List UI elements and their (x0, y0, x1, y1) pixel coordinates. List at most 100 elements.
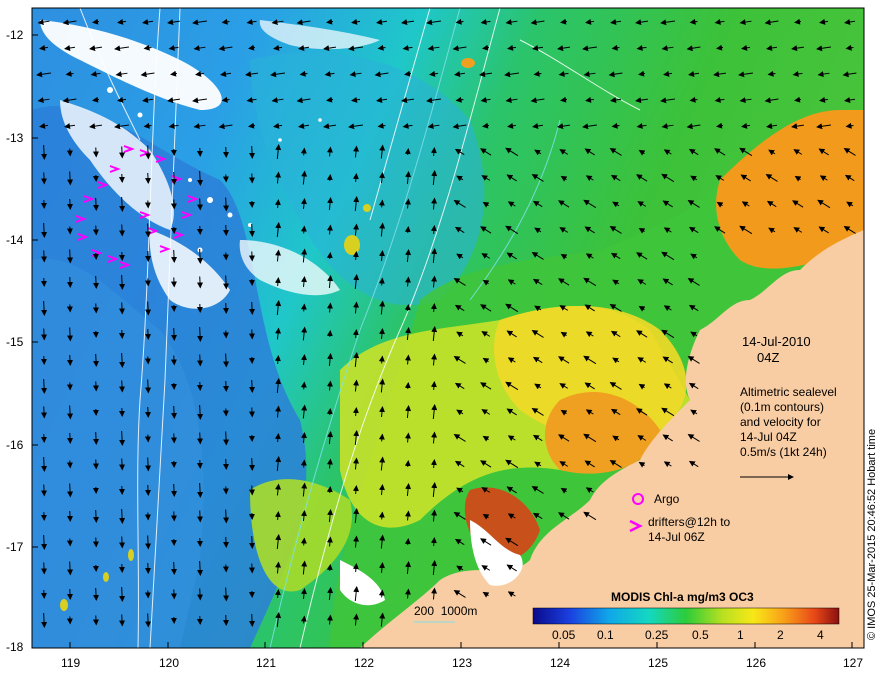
colorbar-tick: 2 (777, 628, 784, 642)
velocity-arrow (300, 147, 307, 156)
velocity-arrow (93, 353, 100, 367)
date-label: 14-Jul-2010 (742, 334, 811, 349)
velocity-arrow (41, 562, 48, 575)
velocity-arrow (145, 301, 152, 316)
velocity-arrow (67, 249, 74, 264)
velocity-arrow (326, 486, 333, 494)
lat-label: -16 (6, 438, 24, 452)
velocity-arrow (197, 354, 204, 367)
velocity-arrow (171, 171, 178, 185)
lon-label: 122 (354, 656, 375, 670)
velocity-arrow (41, 144, 48, 160)
isobath-label: 200 1000m (414, 604, 478, 618)
velocity-arrow (41, 534, 48, 550)
velocity-arrow (404, 226, 411, 234)
velocity-arrow (249, 379, 256, 393)
velocity-arrow (378, 355, 385, 364)
colorbar-tick: 0.1 (597, 628, 614, 642)
velocity-arrow (119, 430, 126, 446)
altimetry-line: Altimetric sealevel (740, 385, 837, 399)
lon-label: 120 (159, 656, 180, 670)
velocity-arrow (171, 249, 178, 263)
velocity-arrow (67, 561, 74, 576)
velocity-arrow (41, 172, 48, 185)
lon-label: 125 (648, 656, 669, 670)
velocity-arrow (93, 197, 100, 211)
argo-label: Argo (654, 492, 680, 506)
velocity-arrow (41, 378, 48, 394)
velocity-arrow (171, 483, 178, 497)
velocity-arrow (300, 459, 307, 468)
velocity-arrow (197, 510, 204, 523)
velocity-arrow (197, 482, 204, 498)
lat-label: -13 (6, 131, 24, 145)
colorbar-tick: 0.25 (645, 628, 669, 642)
velocity-arrow (67, 171, 74, 186)
velocity-arrow (223, 275, 230, 290)
velocity-arrow (249, 223, 256, 237)
velocity-arrow (119, 352, 126, 368)
velocity-arrow (171, 561, 178, 575)
colorbar-tick: 0.05 (552, 628, 576, 642)
velocity-arrow (249, 613, 256, 627)
velocity-arrow (197, 170, 204, 186)
velocity-arrow (93, 431, 100, 445)
velocity-arrow (300, 225, 307, 234)
velocity-arrow (300, 615, 307, 624)
velocity-arrow (41, 250, 48, 263)
velocity-arrow (93, 275, 100, 289)
velocity-arrow (404, 538, 411, 546)
velocity-arrow (378, 511, 385, 520)
velocity-arrow (197, 326, 204, 342)
velocity-arrow (249, 301, 256, 315)
lat-label: -14 (6, 233, 24, 247)
colorbar-title: MODIS Chl-a mg/m3 OC3 (611, 590, 754, 604)
velocity-arrow (197, 560, 204, 576)
lon-label: 124 (550, 656, 571, 670)
velocity-arrow (171, 405, 178, 419)
velocity-arrow (197, 198, 204, 211)
velocity-arrow (41, 300, 48, 316)
velocity-arrow (300, 381, 307, 390)
velocity-arrow (404, 148, 411, 156)
velocity-arrow (93, 509, 100, 523)
velocity-arrow (119, 224, 126, 237)
velocity-arrow (67, 405, 74, 420)
velocity-arrow (223, 509, 230, 524)
lat-label: -12 (6, 28, 24, 42)
altimetry-line: (0.1m contours) (740, 400, 825, 414)
velocity-arrow (223, 353, 230, 368)
velocity-arrow (119, 458, 126, 471)
drifters-line: drifters@12h to (648, 515, 731, 529)
velocity-arrow (119, 380, 126, 393)
velocity-arrow (197, 432, 204, 445)
velocity-arrow (145, 457, 152, 472)
lon-label: 127 (843, 656, 864, 670)
velocity-arrow (119, 536, 126, 549)
velocity-arrow (145, 613, 152, 628)
velocity-arrow (249, 535, 256, 549)
velocity-arrow (119, 586, 126, 602)
velocity-arrow (404, 382, 411, 390)
velocity-arrow (93, 587, 100, 601)
velocity-arrow (119, 196, 126, 212)
velocity-arrow (378, 433, 385, 442)
altimetry-line: and velocity for (740, 415, 821, 429)
velocity-arrow (326, 330, 333, 338)
velocity-arrow (171, 327, 178, 341)
velocity-arrow (223, 197, 230, 212)
velocity-arrow (326, 174, 333, 182)
colorbar-tick: 1 (737, 628, 744, 642)
velocity-arrow (145, 145, 152, 160)
velocity-arrow (378, 199, 385, 208)
velocity-arrow (249, 145, 256, 159)
velocity-arrow (119, 614, 126, 627)
velocity-arrow (197, 248, 204, 264)
colorbar-tick: 0.5 (692, 628, 709, 642)
velocity-arrow (119, 302, 126, 315)
velocity-arrow (41, 456, 48, 472)
lat-label: -15 (6, 335, 24, 349)
drifters-note: drifters@12h to 14-Jul 06Z (648, 515, 730, 545)
velocity-arrow (300, 537, 307, 546)
velocity-arrow (300, 303, 307, 312)
